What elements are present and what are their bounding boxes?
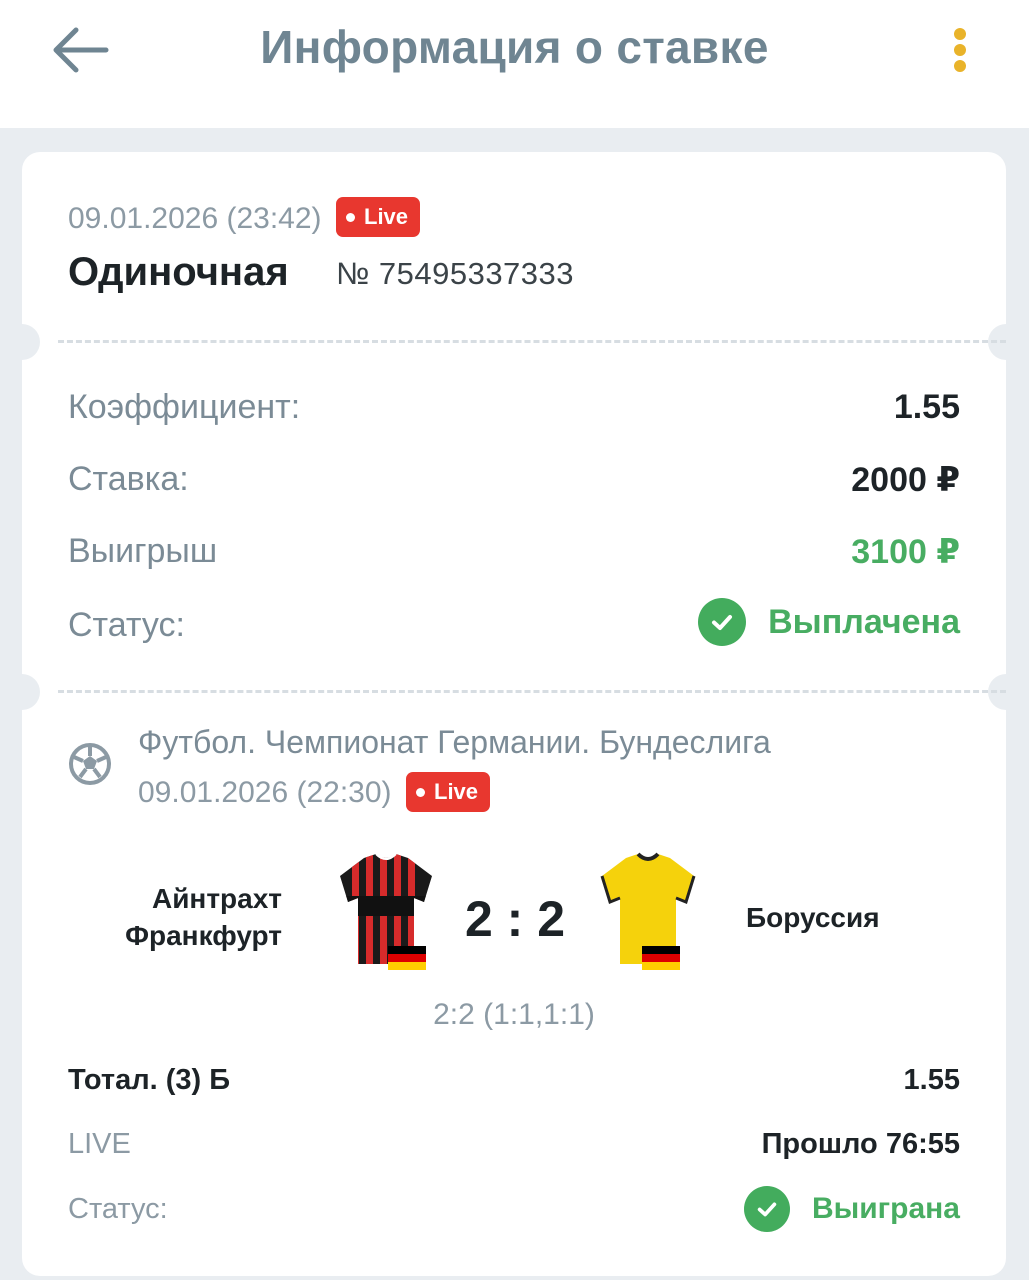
bet-type: Одиночная (68, 250, 289, 294)
page-title: Информация о ставке (260, 21, 769, 73)
match-score: 2 : 2 (464, 891, 566, 947)
match-date: 09.01.2026 (22:30) (138, 776, 392, 809)
live-dot-icon (346, 212, 355, 222)
outcome-status-label: Статус: (68, 1193, 168, 1225)
bet-date: 09.01.2026 (23:42) (68, 202, 322, 235)
germany-flag-icon (642, 946, 680, 970)
borussia-jersey-icon (600, 852, 696, 970)
check-circle-icon (698, 598, 747, 646)
coefficient-label: Коэффициент: (68, 388, 301, 426)
halves-score: 2:2 (1:1,1:1) (433, 998, 595, 1031)
more-vertical-icon (954, 28, 966, 40)
live-label: LIVE (68, 1128, 131, 1160)
ticket-notch (4, 324, 40, 360)
bet-card: 09.01.2026 (23:42) Live Одиночная № 7549… (4, 152, 1024, 1276)
status-paid: Выплачена (698, 598, 960, 646)
more-menu-button[interactable] (944, 24, 976, 76)
top-bar: Информация о ставке (0, 0, 1029, 128)
live-badge: Live (336, 197, 421, 237)
outcome-status: Выиграна (743, 1186, 960, 1232)
divider (58, 690, 1006, 693)
stake-value: 2000 ₽ (851, 461, 960, 499)
away-team-name: Боруссия (746, 902, 880, 933)
league-name: Футбол. Чемпионат Германии. Бундеслига (138, 724, 771, 760)
germany-flag-icon (388, 946, 426, 970)
live-badge-label: Live (434, 779, 479, 804)
divider (58, 340, 1006, 343)
elapsed-time: Прошло 76:55 (761, 1128, 960, 1160)
football-icon (69, 743, 111, 785)
live-badge-label: Live (364, 204, 409, 229)
ticket-notch (4, 674, 40, 710)
market-name: Тотал. (3) Б (68, 1064, 231, 1096)
outcome-status-value: Выиграна (811, 1192, 960, 1225)
eintracht-jersey-icon (340, 853, 432, 970)
stake-label: Ставка: (68, 460, 189, 498)
bet-number: № 75495337333 (336, 256, 575, 291)
live-dot-icon (416, 787, 425, 797)
home-team-name: Айнтрахт Франкфурт (125, 883, 282, 951)
win-value: 3100 ₽ (851, 533, 960, 571)
match-live-badge: Live (406, 772, 491, 812)
check-circle-icon (743, 1186, 790, 1232)
coefficient-value: 1.55 (893, 388, 960, 426)
outcome-coefficient: 1.55 (903, 1064, 960, 1096)
win-label: Выигрыш (68, 532, 218, 570)
status-value: Выплачена (768, 602, 960, 641)
status-label: Статус: (68, 606, 185, 644)
